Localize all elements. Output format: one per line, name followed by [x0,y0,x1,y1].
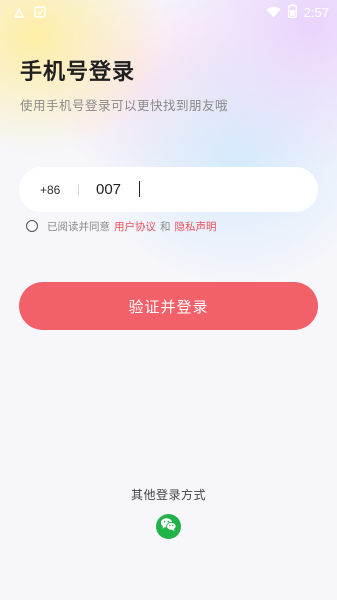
phone-input[interactable] [96,174,296,205]
wifi-icon [266,3,281,22]
status-bar: 2:57 [0,0,337,24]
page-subtitle: 使用手机号登录可以更快找到朋友哦 [20,98,229,113]
agreement-checkbox[interactable] [26,220,38,232]
wechat-icon [160,517,177,536]
phone-field[interactable]: +86 [19,167,318,212]
battery-icon [287,3,297,22]
user-agreement-link[interactable]: 用户协议 [114,219,156,234]
country-code-selector[interactable]: +86 [40,183,74,197]
notification-icon [13,3,25,22]
text-caret [139,181,140,197]
status-time: 2:57 [303,4,329,20]
verify-login-button[interactable]: 验证并登录 [19,282,318,330]
field-divider [78,183,79,196]
wechat-login-button[interactable] [156,514,181,539]
agreement-prefix: 已阅读并同意 [47,220,110,233]
other-login-methods-label: 其他登录方式 [130,488,206,502]
agreement-and: 和 [160,220,171,233]
agreement-row: 已阅读并同意 用户协议 和 隐私声明 [26,218,221,234]
login-screen: 2:57 手机号登录 使用手机号登录可以更快找到朋友哦 +86 已阅读并同意 用… [0,0,337,600]
app-notification-icon [34,3,46,22]
privacy-statement-link[interactable]: 隐私声明 [175,219,217,234]
page-title: 手机号登录 [20,60,136,85]
